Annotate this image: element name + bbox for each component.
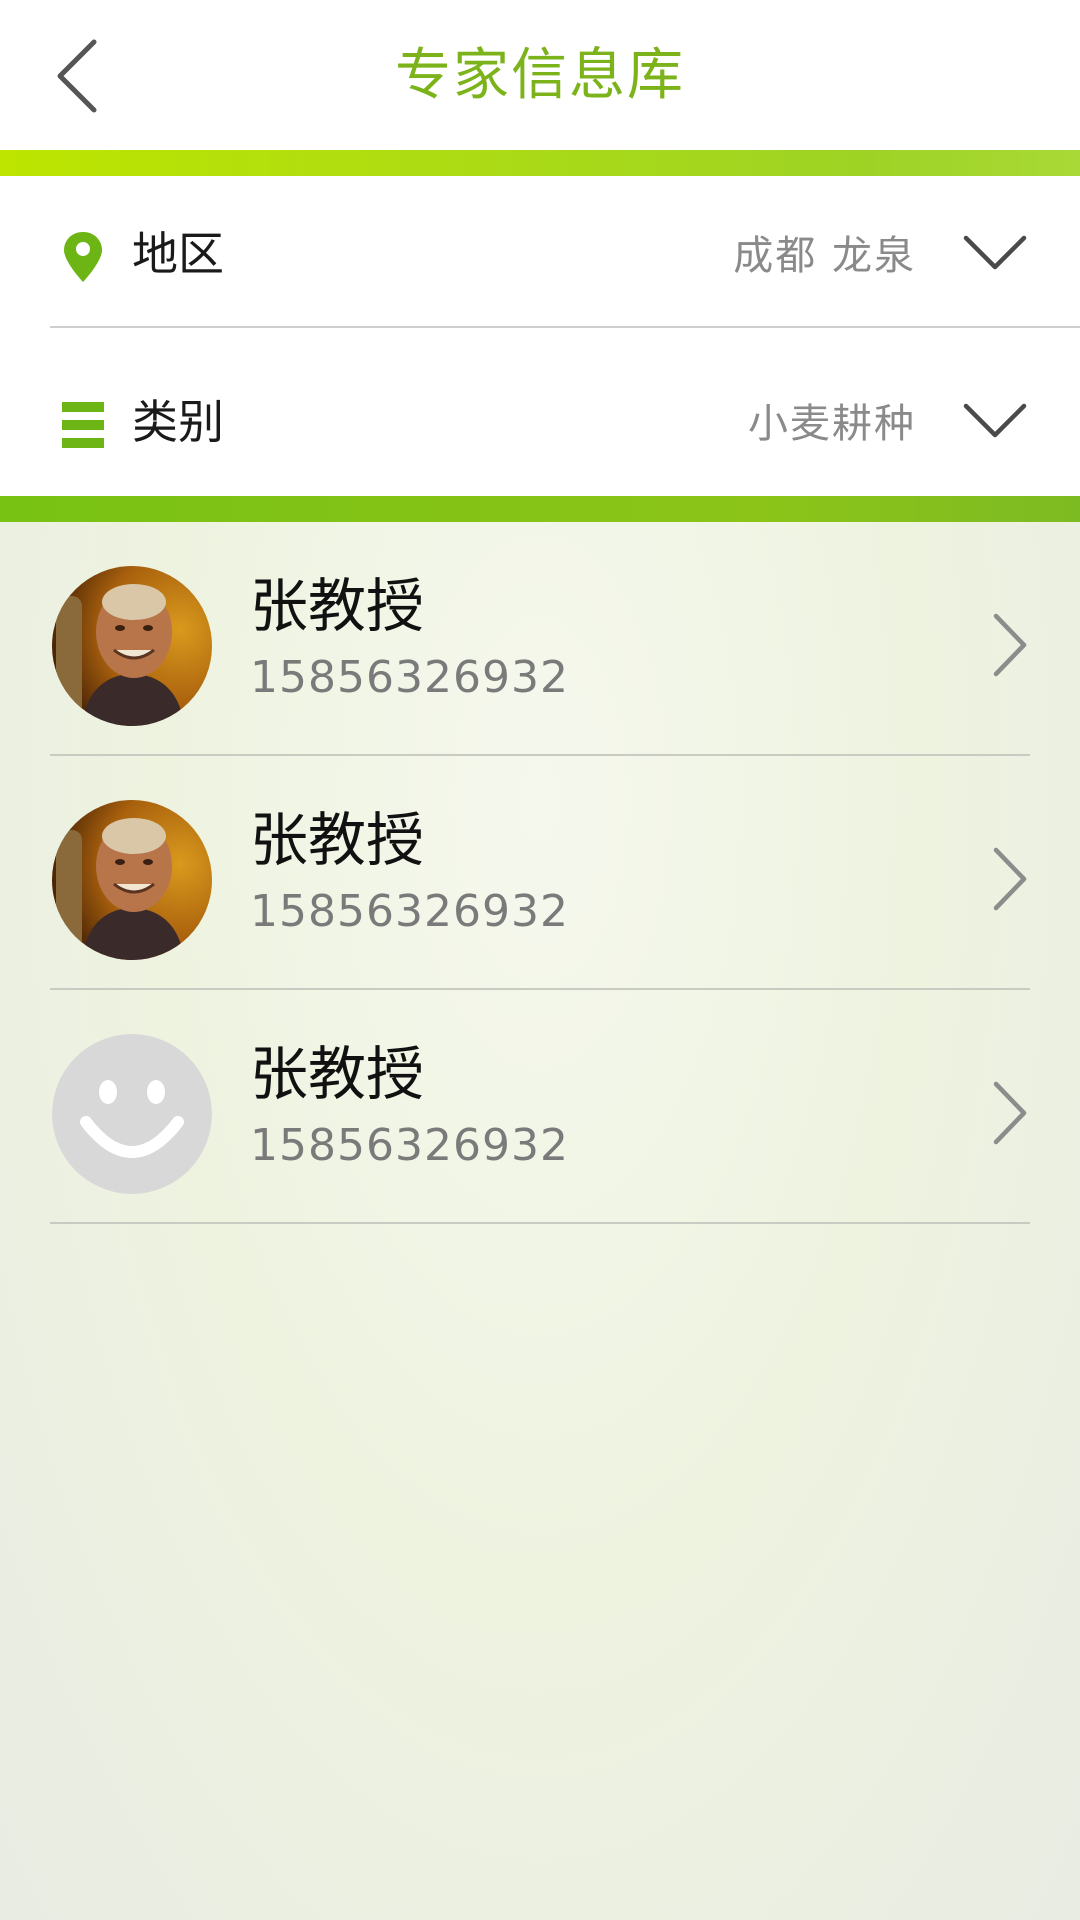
expert-phone: 15856326932: [250, 652, 569, 703]
chevron-right-icon: [993, 1081, 1027, 1145]
expert-name: 张教授: [250, 1040, 425, 1108]
filter-accent-bar: [0, 496, 1080, 522]
expert-name: 张教授: [250, 806, 425, 874]
avatar: [52, 800, 212, 960]
default-avatar-icon: [52, 1034, 212, 1194]
expert-name: 张教授: [250, 572, 425, 640]
list-icon: [62, 402, 104, 448]
chevron-down-icon: [963, 235, 1027, 270]
header-bar: 专家信息库: [0, 0, 1080, 150]
filter-category-value: 小麦耕种: [748, 401, 916, 447]
chevron-right-icon: [993, 847, 1027, 911]
list-item[interactable]: 张教授 15856326932: [0, 522, 1080, 756]
page-title: 专家信息库: [395, 43, 685, 108]
expert-list: 张教授 15856326932 张教授 15856326932 张教授 1585…: [0, 522, 1080, 1920]
row-divider: [50, 1222, 1030, 1224]
filter-region[interactable]: 地区 成都 龙泉: [0, 176, 1080, 328]
filter-category[interactable]: 类别 小麦耕种: [0, 344, 1080, 494]
location-pin-icon: [64, 232, 102, 282]
filter-region-label: 地区: [132, 227, 224, 281]
header-accent-bar: [0, 150, 1080, 176]
filter-divider: [50, 326, 1080, 328]
expert-phone: 15856326932: [250, 886, 569, 937]
list-item[interactable]: 张教授 15856326932: [0, 756, 1080, 990]
avatar: [52, 566, 212, 726]
filter-region-value: 成都 龙泉: [733, 233, 916, 279]
chevron-down-icon: [963, 403, 1027, 438]
expert-phone: 15856326932: [250, 1120, 569, 1171]
list-item[interactable]: 张教授 15856326932: [0, 990, 1080, 1224]
filter-category-label: 类别: [132, 395, 224, 449]
chevron-right-icon: [993, 613, 1027, 677]
filter-panel: 地区 成都 龙泉 类别 小麦耕种: [0, 176, 1080, 496]
